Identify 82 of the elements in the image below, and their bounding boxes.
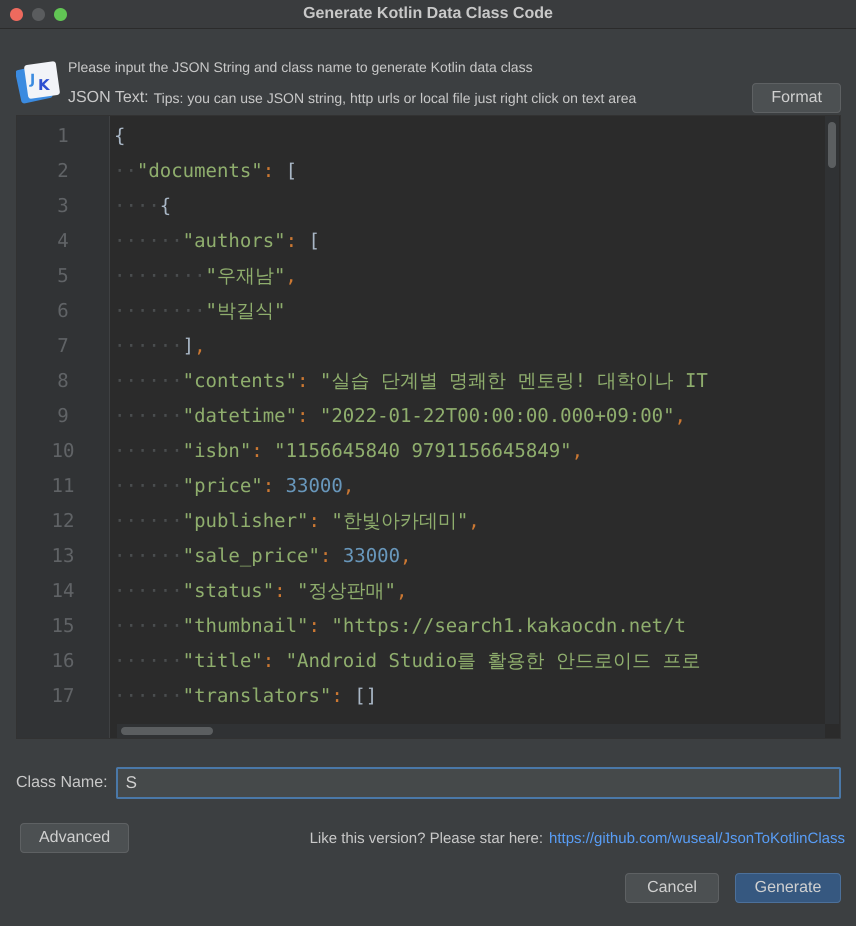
indent-dots: ········: [114, 299, 206, 324]
code-token: [: [308, 229, 320, 254]
code-token: "contents": [182, 369, 298, 394]
indent-dots: ······: [114, 229, 183, 254]
close-button[interactable]: [10, 8, 23, 20]
code-token: ,: [468, 509, 480, 534]
code-token: :: [262, 649, 276, 674]
tips-text: Tips: you can use JSON string, http urls or local file just right click on text area: [154, 90, 638, 106]
class-name-label: Class Name:: [16, 774, 108, 792]
class-name-field[interactable]: S: [116, 767, 841, 799]
indent-dots: ······: [114, 649, 183, 674]
github-link[interactable]: https://github.com/wuseal/JsonToKotlinClass: [549, 830, 845, 846]
code-token: :: [308, 614, 321, 639]
indent-dots: ······: [114, 334, 183, 359]
json-text-area[interactable]: [16, 115, 841, 739]
code-token: "한빛아카데미": [331, 509, 468, 534]
indent-dots: ······: [114, 439, 183, 464]
code-token: :: [251, 439, 264, 464]
vertical-scrollbar-thumb[interactable]: [828, 122, 836, 168]
format-button[interactable]: Format: [752, 83, 841, 113]
indent-dots: ······: [114, 544, 183, 569]
code-token: "thumbnail": [182, 614, 308, 639]
code-token: ]: [182, 334, 194, 359]
code-token: "2022-01-22T00:00:00.000+09:00": [320, 404, 675, 429]
generate-button[interactable]: Generate: [735, 873, 841, 903]
code-token: "박길식": [206, 299, 286, 324]
code-token: 33000: [342, 544, 400, 569]
code-token: ,: [400, 544, 412, 569]
code-token: :: [262, 159, 276, 184]
code-token: "translators": [182, 684, 332, 709]
code-token: :: [286, 229, 298, 254]
code-token: :: [297, 369, 310, 394]
code-token: "Android Studio를 활용한 안드로이드 프로: [286, 649, 701, 674]
code-token: "title": [182, 649, 263, 674]
code-token: []: [354, 684, 378, 709]
code-token: "실습 단계별 명쾌한 멘토링! 대학이나 IT: [320, 369, 708, 394]
indent-dots: ····: [114, 194, 160, 219]
code-token: "publisher": [182, 509, 308, 534]
advanced-button[interactable]: Advanced: [20, 823, 130, 853]
code-token: :: [331, 684, 344, 709]
code-token: :: [262, 474, 276, 499]
code-token: "datetime": [182, 404, 298, 429]
code-token: "status": [182, 579, 274, 604]
code-token: ,: [396, 579, 408, 604]
json-text-label: JSON Text:: [68, 89, 149, 107]
horizontal-scrollbar-thumb[interactable]: [121, 727, 213, 735]
code-token: "isbn": [182, 439, 252, 464]
instruction-text: Please input the JSON String and class name to generate Kotlin data class: [68, 59, 534, 75]
code-token: ,: [285, 264, 297, 289]
code-token: "sale_price": [182, 544, 320, 569]
code-token: "정상판매": [297, 579, 396, 604]
code-token: ,: [342, 474, 354, 499]
maximize-button[interactable]: [54, 8, 67, 20]
star-prompt-text: Like this version? Please star here:: [310, 830, 544, 846]
indent-dots: ······: [114, 369, 183, 394]
code-token: ,: [194, 334, 206, 359]
code-token: 33000: [286, 474, 343, 499]
code-token: "https://search1.kakaocdn.net/t: [331, 614, 686, 639]
code-token: :: [297, 404, 310, 429]
window-title: Generate Kotlin Data Class Code: [303, 5, 553, 22]
code-token: :: [320, 544, 332, 569]
indent-dots: ··: [114, 159, 137, 184]
code-token: "우재남": [206, 264, 286, 289]
code-token: "authors": [182, 229, 286, 254]
indent-dots: ········: [114, 264, 206, 289]
code-token: [: [286, 159, 298, 184]
indent-dots: ······: [114, 614, 183, 639]
code-token: "documents": [136, 159, 263, 184]
cancel-button[interactable]: Cancel: [625, 873, 719, 903]
code-token: "1156645840 9791156645849": [274, 439, 572, 464]
code-token: {: [160, 194, 172, 219]
indent-dots: ······: [114, 404, 183, 429]
indent-dots: ······: [114, 579, 183, 604]
code-token: ,: [674, 404, 686, 429]
indent-dots: ······: [114, 509, 183, 534]
code-token: ,: [572, 439, 584, 464]
code-token: "price": [182, 474, 263, 499]
indent-dots: ······: [114, 684, 183, 709]
code-token: {: [114, 124, 126, 149]
indent-dots: ······: [114, 474, 183, 499]
code-token: :: [308, 509, 321, 534]
code-token: :: [274, 579, 287, 604]
